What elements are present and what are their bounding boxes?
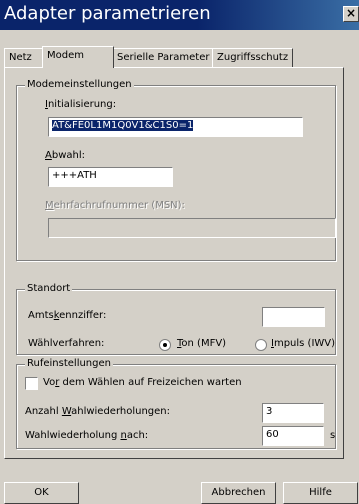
- init-field[interactable]: AT&FE0L1M1Q0V1&C1S0=1: [48, 117, 303, 137]
- tab-modem[interactable]: Modem: [42, 46, 114, 68]
- call-settings-legend: Rufeinstellungen: [25, 358, 113, 369]
- help-button[interactable]: Hilfe: [283, 482, 358, 504]
- area-code-label: Amtskennziffer:: [28, 310, 107, 321]
- redial-delay-field[interactable]: 60: [262, 426, 324, 446]
- wait-dialtone-label[interactable]: Vor dem Wählen auf Freizeichen warten: [43, 377, 242, 388]
- redial-count-label: Anzahl Wahlwiederholungen:: [25, 406, 171, 417]
- call-settings-group: Rufeinstellungen Vor dem Wählen auf Frei…: [16, 358, 336, 449]
- tab-panel: Modemeinstellungen Initialisierung: AT&F…: [4, 67, 344, 459]
- window-title: Adapter parametrieren: [4, 3, 211, 24]
- redial-count-field[interactable]: 3: [262, 403, 324, 423]
- location-group: Standort Amtskennziffer: Wählverfahren: …: [16, 283, 336, 355]
- tab-serielle-parameter[interactable]: Serielle Parameter: [112, 48, 213, 67]
- radio-tone[interactable]: [159, 339, 171, 351]
- ok-button[interactable]: OK: [4, 482, 79, 504]
- dial-method-label: Wählverfahren:: [28, 338, 105, 349]
- wait-dialtone-checkbox[interactable]: [25, 377, 38, 390]
- radio-pulse[interactable]: [255, 339, 267, 351]
- msn-label: Mehrfachrufnummer (MSN):: [45, 200, 185, 211]
- area-code-field[interactable]: [262, 307, 325, 327]
- close-icon[interactable]: ×: [343, 6, 359, 22]
- tab-netz[interactable]: Netz: [4, 48, 44, 67]
- init-value: AT&FE0L1M1Q0V1&C1S0=1: [52, 120, 194, 131]
- dial-field[interactable]: +++ATH: [48, 167, 173, 187]
- tab-zugriffsschutz[interactable]: Zugriffsschutz: [212, 48, 293, 67]
- radio-tone-label[interactable]: Ton (MFV): [177, 338, 226, 349]
- modem-settings-group: Modemeinstellungen Initialisierung: AT&F…: [16, 79, 336, 261]
- modem-settings-legend: Modemeinstellungen: [25, 79, 134, 90]
- init-label: Initialisierung:: [45, 99, 117, 110]
- dial-label: Abwahl:: [45, 150, 85, 161]
- title-bar: Adapter parametrieren ×: [0, 0, 359, 30]
- msn-field[interactable]: [48, 218, 336, 238]
- redial-delay-unit: s: [330, 430, 336, 441]
- cancel-button[interactable]: Abbrechen: [201, 482, 276, 504]
- redial-delay-label: Wahlwiederholung nach:: [25, 430, 149, 441]
- location-legend: Standort: [25, 283, 73, 294]
- radio-pulse-label[interactable]: Impuls (IWV): [271, 338, 335, 349]
